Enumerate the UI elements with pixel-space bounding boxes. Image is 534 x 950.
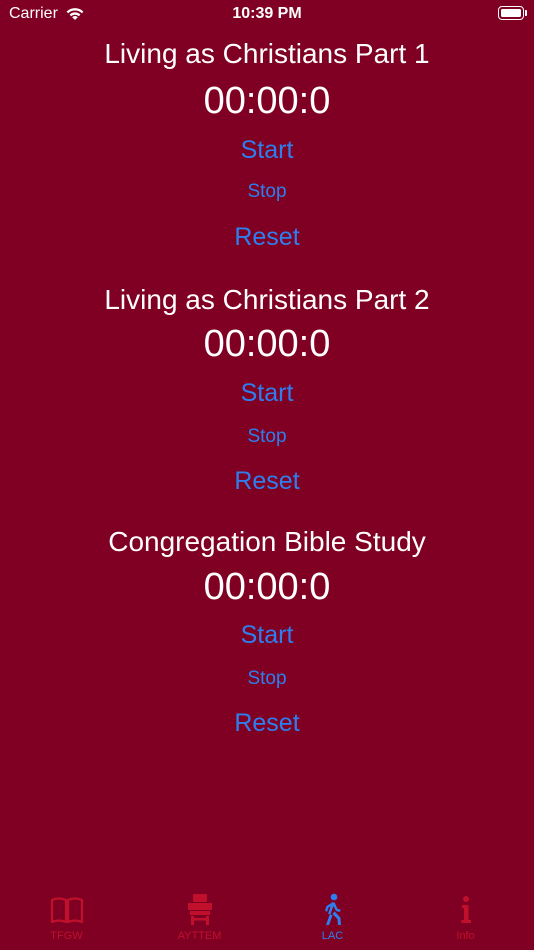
lectern-icon (187, 894, 212, 925)
stop-button-label: Stop (247, 181, 287, 202)
timer-title: Living as Christians Part 1 (104, 38, 430, 69)
stop-button[interactable]: Stop (0, 425, 534, 449)
reset-button[interactable]: Reset (0, 222, 534, 252)
reset-button[interactable]: Reset (0, 466, 534, 496)
start-button[interactable]: Start (0, 378, 534, 408)
timer-title: Congregation Bible Study (108, 526, 426, 557)
stop-button-label: Stop (247, 668, 287, 689)
stop-button-label: Stop (247, 426, 287, 447)
timer-display: 00:00:0 (203, 566, 331, 608)
timer-display: 00:00:0 (203, 323, 331, 365)
info-icon (461, 896, 471, 923)
book-icon (50, 897, 83, 924)
start-button-label: Start (240, 379, 294, 407)
reset-button-label: Reset (234, 467, 300, 495)
reset-button[interactable]: Reset (0, 708, 534, 738)
walking-person-icon (324, 893, 341, 925)
start-button[interactable]: Start (0, 135, 534, 165)
tab-label: TFGW (50, 930, 83, 942)
timer-title: Living as Christians Part 2 (104, 284, 430, 315)
tab-lac[interactable]: LAC (266, 884, 399, 950)
tab-tfgw[interactable]: TFGW (0, 884, 133, 950)
stop-button[interactable]: Stop (0, 667, 534, 691)
tab-label: Info (456, 930, 475, 942)
status-bar: Carrier 10:39 PM (0, 0, 534, 30)
start-button-label: Start (240, 621, 294, 649)
reset-button-label: Reset (234, 709, 300, 737)
tab-label: LAC (321, 930, 344, 942)
stop-button[interactable]: Stop (0, 180, 534, 204)
timer-display: 00:00:0 (203, 80, 331, 122)
start-button-label: Start (240, 136, 294, 164)
tab-info[interactable]: Info (399, 884, 532, 950)
tab-label: AYTTEM (177, 930, 222, 942)
start-button[interactable]: Start (0, 620, 534, 650)
tab-bar: TFGW AYTTEM LAC Info (0, 884, 534, 950)
tab-ayttem[interactable]: AYTTEM (133, 884, 266, 950)
reset-button-label: Reset (234, 223, 300, 251)
status-time: 10:39 PM (232, 5, 302, 22)
battery-icon (498, 6, 524, 20)
battery-tip (525, 10, 527, 16)
